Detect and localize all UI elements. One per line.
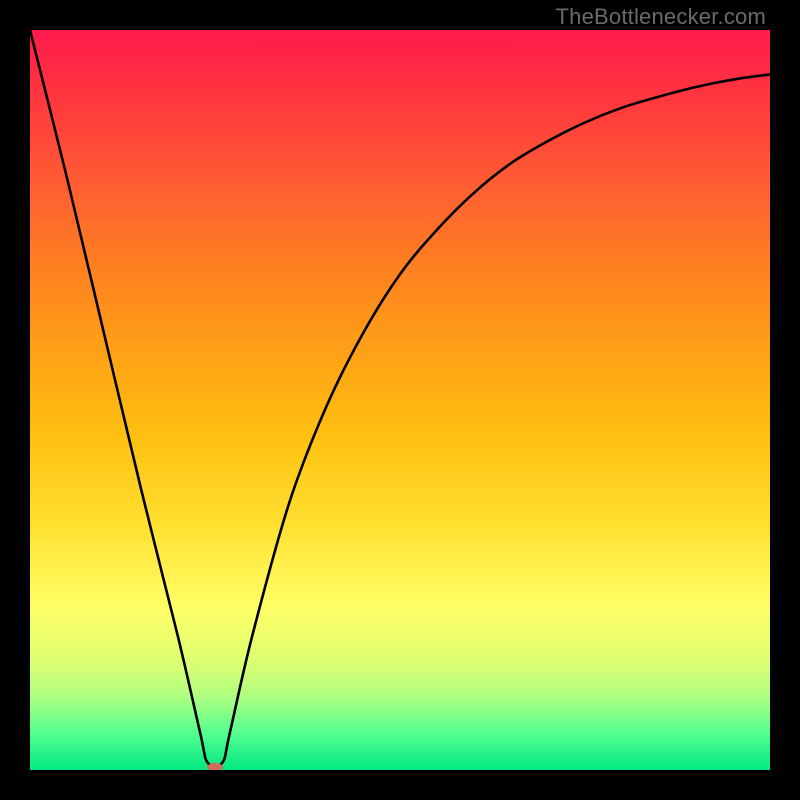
bottleneck-curve	[30, 30, 770, 766]
curve-layer	[30, 30, 770, 770]
plot-area	[30, 30, 770, 770]
chart-frame: TheBottlenecker.com	[0, 0, 800, 800]
attribution-text: TheBottlenecker.com	[556, 4, 766, 30]
